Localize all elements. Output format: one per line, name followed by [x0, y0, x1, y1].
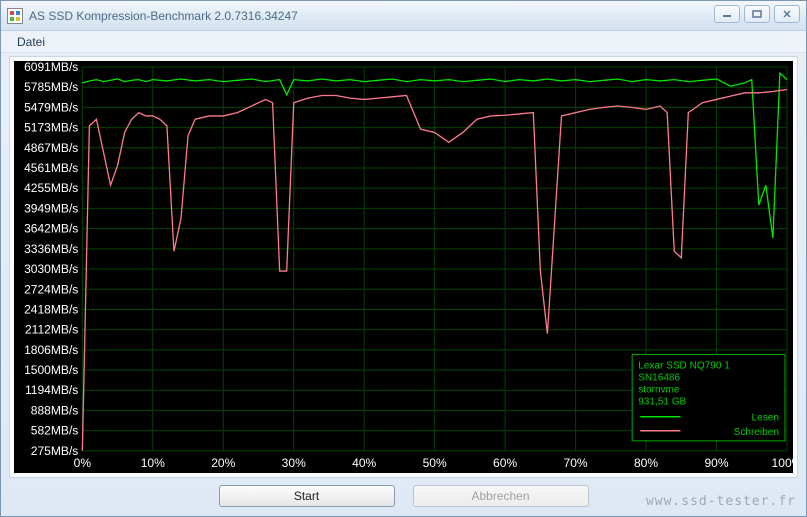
maximize-button[interactable] — [744, 5, 770, 23]
svg-text:275MB/s: 275MB/s — [31, 444, 79, 458]
svg-text:3336MB/s: 3336MB/s — [24, 242, 78, 256]
watermark: www.ssd-tester.fr — [646, 494, 796, 509]
svg-text:60%: 60% — [493, 456, 517, 470]
client-area: 6091MB/s 5785MB/s 5479MB/s 5173MB/s 4867MB/s… — [9, 56, 798, 478]
svg-text:4255MB/s: 4255MB/s — [24, 181, 78, 195]
svg-text:4561MB/s: 4561MB/s — [24, 161, 78, 175]
svg-text:40%: 40% — [352, 456, 376, 470]
svg-text:5479MB/s: 5479MB/s — [24, 100, 78, 114]
svg-text:30%: 30% — [282, 456, 306, 470]
svg-text:80%: 80% — [634, 456, 658, 470]
svg-text:20%: 20% — [211, 456, 235, 470]
menubar: Datei — [1, 31, 806, 53]
svg-text:3949MB/s: 3949MB/s — [24, 201, 78, 215]
svg-text:582MB/s: 582MB/s — [31, 424, 79, 438]
menu-file[interactable]: Datei — [9, 33, 53, 51]
svg-text:90%: 90% — [704, 456, 728, 470]
svg-text:2418MB/s: 2418MB/s — [24, 302, 78, 316]
window-title: AS SSD Kompression-Benchmark 2.0.7316.34… — [29, 9, 298, 23]
svg-text:50%: 50% — [423, 456, 447, 470]
svg-text:100%: 100% — [772, 456, 793, 470]
svg-text:Lexar SSD NQ790 1: Lexar SSD NQ790 1 — [638, 360, 730, 371]
svg-text:888MB/s: 888MB/s — [31, 403, 79, 417]
svg-text:5173MB/s: 5173MB/s — [24, 121, 78, 135]
close-button[interactable] — [774, 5, 800, 23]
compression-chart: 6091MB/s 5785MB/s 5479MB/s 5173MB/s 4867MB/s… — [14, 61, 793, 473]
svg-text:10%: 10% — [141, 456, 165, 470]
svg-text:1806MB/s: 1806MB/s — [24, 343, 78, 357]
app-window: AS SSD Kompression-Benchmark 2.0.7316.34… — [0, 0, 807, 517]
start-button[interactable]: Start — [219, 485, 395, 507]
svg-text:1500MB/s: 1500MB/s — [24, 363, 78, 377]
app-icon — [7, 8, 23, 24]
window-controls — [714, 5, 800, 23]
svg-text:SN16486: SN16486 — [638, 373, 680, 384]
svg-text:5785MB/s: 5785MB/s — [24, 80, 78, 94]
svg-text:1194MB/s: 1194MB/s — [25, 383, 78, 397]
svg-text:2724MB/s: 2724MB/s — [24, 282, 78, 296]
svg-text:6091MB/s: 6091MB/s — [24, 61, 78, 74]
svg-text:931,51 GB: 931,51 GB — [638, 397, 686, 408]
svg-text:0%: 0% — [74, 456, 92, 470]
svg-text:4867MB/s: 4867MB/s — [24, 141, 78, 155]
svg-text:3642MB/s: 3642MB/s — [24, 222, 78, 236]
svg-text:stornvme: stornvme — [638, 385, 680, 396]
svg-text:2112MB/s: 2112MB/s — [25, 323, 78, 337]
svg-text:Schreiben: Schreiben — [734, 427, 779, 438]
svg-text:Lesen: Lesen — [752, 413, 779, 424]
cancel-button: Abbrechen — [413, 485, 589, 507]
svg-text:70%: 70% — [564, 456, 588, 470]
svg-text:3030MB/s: 3030MB/s — [24, 262, 78, 276]
titlebar: AS SSD Kompression-Benchmark 2.0.7316.34… — [1, 1, 806, 31]
minimize-button[interactable] — [714, 5, 740, 23]
